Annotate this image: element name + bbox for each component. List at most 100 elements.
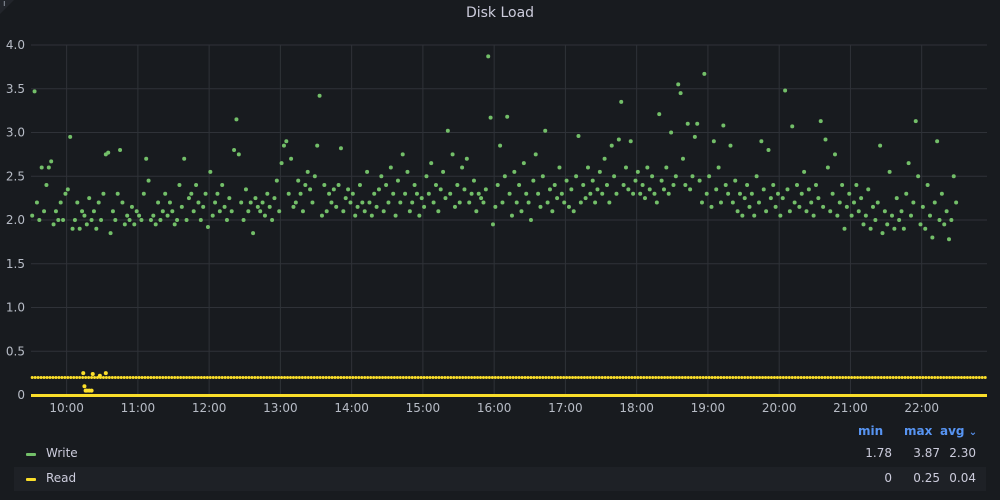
write-point [507, 191, 512, 196]
read-dot [624, 376, 628, 379]
read-dot [259, 376, 263, 379]
read-dot [202, 376, 206, 379]
write-point [317, 93, 322, 98]
read-dot [532, 376, 536, 379]
write-point [571, 209, 576, 214]
write-point [457, 200, 462, 205]
write-point [540, 174, 545, 179]
read-dot [749, 376, 753, 379]
write-point [666, 191, 671, 196]
write-point [851, 200, 856, 205]
read-dot [458, 376, 462, 379]
y-axis-ticks: 0 0.5 1.0 1.5 2.0 2.5 3.0 3.5 4.0 [6, 38, 25, 402]
write-point [524, 191, 529, 196]
read-dot [419, 376, 423, 379]
write-point [450, 152, 455, 157]
read-dot [104, 376, 108, 379]
write-point [899, 209, 904, 214]
write-point [324, 209, 329, 214]
legend-series-name[interactable]: Read [46, 471, 76, 485]
read-dot [280, 376, 284, 379]
write-point [455, 183, 460, 187]
read-dot [60, 376, 64, 379]
read-dot [42, 376, 46, 379]
read-dot [627, 376, 631, 379]
read-dot [639, 376, 643, 379]
write-point [538, 204, 543, 209]
write-point [678, 91, 683, 96]
write-point [474, 209, 479, 214]
read-dot [544, 376, 548, 379]
read-dot [122, 376, 126, 379]
legend-header-max[interactable]: max [904, 424, 932, 438]
read-dot [229, 376, 233, 379]
write-point [875, 200, 880, 205]
read-dot [146, 376, 150, 379]
write-point [925, 183, 930, 187]
read-dot [389, 376, 393, 379]
legend-header-min[interactable]: min [858, 424, 883, 438]
read-dot [888, 376, 892, 379]
write-point [654, 200, 659, 205]
write-point [756, 200, 761, 205]
grid [31, 44, 987, 396]
legend-row-write[interactable]: Write 1.78 3.87 2.30 [14, 442, 986, 466]
write-point [927, 213, 932, 218]
read-dot [671, 376, 675, 379]
write-point [153, 222, 158, 227]
read-dot [434, 376, 438, 379]
read-dot [217, 376, 221, 379]
read-dot [983, 376, 987, 379]
write-point [146, 178, 151, 183]
read-dot [719, 376, 723, 379]
write-point [327, 191, 332, 196]
read-dot [437, 376, 441, 379]
write-point [438, 187, 443, 192]
read-dot [968, 376, 972, 379]
write-point [467, 200, 472, 205]
read-dot [45, 376, 49, 379]
write-point [951, 174, 956, 179]
write-point [319, 213, 324, 218]
write-point [486, 54, 491, 59]
read-dot [945, 376, 949, 379]
read-dot [680, 376, 684, 379]
read-dot [609, 376, 613, 379]
read-dot [493, 376, 497, 379]
read-dot [131, 376, 135, 379]
read-dot [247, 376, 251, 379]
write-point [360, 200, 365, 205]
read-dot [443, 376, 447, 379]
write-point [882, 209, 887, 214]
write-point [348, 200, 353, 205]
write-point [723, 183, 728, 187]
write-point [229, 209, 234, 214]
legend-header-avg[interactable]: avg ⌄ [940, 424, 977, 438]
y-tick-label: 2.0 [6, 213, 25, 227]
read-dot [473, 376, 477, 379]
read-dot [283, 376, 287, 379]
read-dot [695, 376, 699, 379]
read-dot [345, 376, 349, 379]
write-point [139, 218, 144, 222]
write-point [759, 139, 764, 144]
write-point [462, 187, 467, 192]
write-point [868, 226, 873, 231]
read-dot [235, 376, 239, 379]
write-point [600, 191, 605, 196]
legend-row-read[interactable]: Read 0 0.25 0.04 [14, 467, 986, 491]
write-point [255, 204, 260, 209]
read-dot [431, 376, 435, 379]
write-point [224, 218, 229, 222]
read-dot [116, 376, 120, 379]
write-point [730, 200, 735, 205]
write-point [844, 204, 849, 209]
write-point [51, 222, 56, 227]
read-dot [538, 376, 542, 379]
read-dot [559, 376, 563, 379]
read-dot [707, 376, 711, 379]
write-point [398, 200, 403, 205]
read-dot [856, 376, 860, 379]
legend-series-name[interactable]: Write [46, 446, 78, 460]
read-dot [182, 376, 186, 379]
